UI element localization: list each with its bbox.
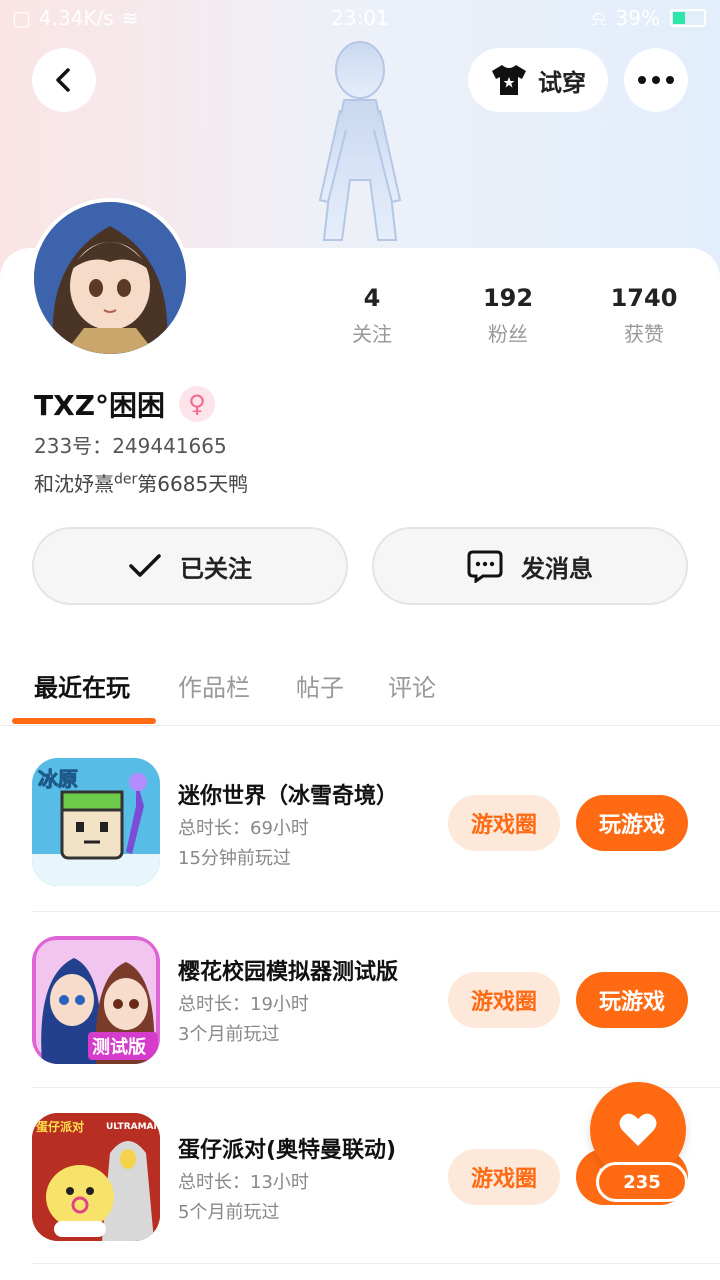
stat-followers[interactable]: 192 粉丝 <box>448 284 568 347</box>
profile-tabs: 最近在玩 作品栏 帖子 评论 <box>0 660 720 726</box>
stat-followers-label: 粉丝 <box>488 322 528 346</box>
heart-icon <box>619 1113 657 1146</box>
game-last-played: 3个月前玩过 <box>178 1024 280 1045</box>
list-item[interactable]: 冰原 迷你世界（冰雪奇境） 总时长：69小时 15分钟前玩过 游戏圈 玩游戏 <box>32 736 720 912</box>
tab-posts[interactable]: 帖子 <box>296 668 344 703</box>
game-circle-button[interactable]: 游戏圈 <box>448 972 560 1028</box>
stat-likes[interactable]: 1740 获赞 <box>584 284 704 347</box>
bio-sup: der <box>114 471 138 488</box>
user-id: 233号：249441665 <box>34 430 227 459</box>
following-button[interactable]: 已关注 <box>32 527 348 605</box>
game-icon-mini-world[interactable]: 冰原 <box>32 758 160 886</box>
game-icon-text: 测试版 <box>92 1036 146 1058</box>
game-icon-text: 蛋仔派对 <box>36 1119 84 1134</box>
game-icon-eggy-party[interactable]: 蛋仔派对 ULTRAMAN 奥特曼 <box>32 1113 160 1241</box>
following-label: 已关注 <box>180 554 252 583</box>
game-circle-button[interactable]: 游戏圈 <box>448 1149 560 1205</box>
user-id-label: 233号： <box>34 434 113 458</box>
eggy-party-icon-art: 蛋仔派对 ULTRAMAN 奥特曼 <box>32 1113 160 1241</box>
game-duration: 总时长：13小时 <box>178 1172 309 1193</box>
stat-likes-value: 1740 <box>610 284 678 312</box>
battery-percent: 39% <box>615 6 660 30</box>
chat-bubble-icon <box>467 550 503 583</box>
tab-recently-played[interactable]: 最近在玩 <box>34 668 130 703</box>
username: TXZ°困困 <box>34 389 165 422</box>
play-game-button[interactable]: 玩游戏 <box>576 795 688 851</box>
game-duration: 总时长：69小时 <box>178 818 309 839</box>
play-game-button[interactable]: 玩游戏 <box>576 972 688 1028</box>
bio-suffix: 第6685天鸭 <box>137 472 249 496</box>
row-divider <box>32 1263 720 1264</box>
tshirt-icon <box>492 65 526 95</box>
chevron-left-icon <box>56 68 70 92</box>
back-button[interactable] <box>32 48 96 112</box>
username-row: TXZ°困困 ♀ <box>34 384 215 424</box>
checkmark-icon <box>129 554 161 577</box>
game-last-played: 15分钟前玩过 <box>178 848 291 869</box>
tab-comments[interactable]: 评论 <box>388 668 436 703</box>
try-on-button[interactable]: 试穿 <box>468 48 608 112</box>
stat-likes-label: 获赞 <box>624 322 664 346</box>
stat-following-label: 关注 <box>352 322 392 346</box>
game-title: 迷你世界（冰雪奇境） <box>178 784 399 809</box>
stat-following-value: 4 <box>363 284 381 312</box>
active-tab-indicator <box>12 718 156 724</box>
female-gender-icon: ♀ <box>179 386 215 422</box>
avatar-hologram-figure <box>318 41 402 241</box>
game-last-played: 5个月前玩过 <box>178 1202 280 1223</box>
tab-works[interactable]: 作品栏 <box>178 668 250 703</box>
user-bio: 和沈妤熹der第6685天鸭 <box>34 468 248 497</box>
battery-level-fill <box>673 12 685 24</box>
like-count: 235 <box>596 1162 688 1202</box>
game-icon-badge: ULTRAMAN 奥特曼 <box>106 1120 160 1132</box>
avatar[interactable] <box>30 198 190 358</box>
bio-prefix: 和沈妤熹 <box>34 472 114 496</box>
mini-world-icon-art: 冰原 <box>32 758 160 886</box>
sakura-school-icon-art: 测试版 <box>32 936 160 1064</box>
status-bar: ▢ 4.34K/s ≋ 23:01 ⍾ 39% <box>0 0 720 36</box>
game-icon-text: 冰原 <box>38 767 78 791</box>
game-title: 樱花校园模拟器测试版 <box>178 960 399 985</box>
send-message-button[interactable]: 发消息 <box>372 527 688 605</box>
try-on-label: 试穿 <box>538 68 586 97</box>
user-id-value: 249441665 <box>112 434 227 458</box>
list-item[interactable]: 测试版 樱花校园模拟器测试版 总时长：19小时 3个月前玩过 游戏圈 玩游戏 <box>32 912 720 1088</box>
anime-girl-avatar-image <box>34 202 186 354</box>
stat-following[interactable]: 4 关注 <box>312 284 432 347</box>
battery-icon <box>670 9 706 27</box>
send-message-label: 发消息 <box>521 554 593 583</box>
game-title: 蛋仔派对(奥特曼联动) <box>178 1138 397 1163</box>
more-dots-icon <box>638 76 674 84</box>
game-duration: 总时长：19小时 <box>178 994 309 1015</box>
game-circle-button[interactable]: 游戏圈 <box>448 795 560 851</box>
mute-icon: ⍾ <box>592 6 606 30</box>
stat-followers-value: 192 <box>482 284 534 312</box>
more-button[interactable] <box>624 48 688 112</box>
game-icon-sakura-school[interactable]: 测试版 <box>32 936 160 1064</box>
